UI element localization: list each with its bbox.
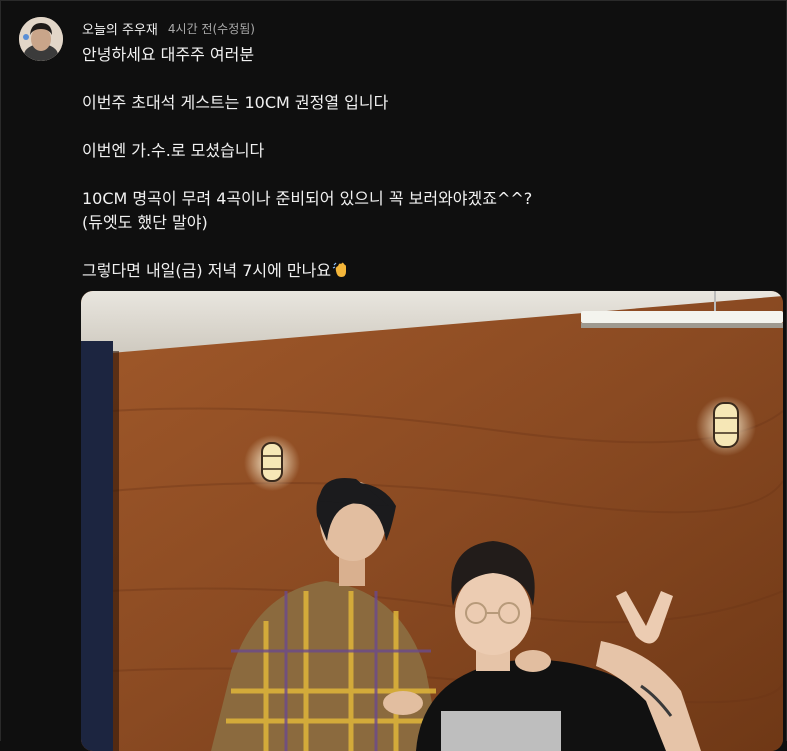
avatar-image bbox=[19, 17, 63, 61]
post-line: 그렇다면 내일(금) 저녁 7시에 만나요 bbox=[82, 261, 332, 280]
post-line: 10CM 명곡이 무려 4곡이나 준비되어 있으니 꼭 보러와야겠죠^^? bbox=[82, 189, 533, 208]
author-name[interactable]: 오늘의 주우재 bbox=[82, 19, 158, 38]
post-line: (듀엣도 했단 말야) bbox=[82, 213, 208, 232]
community-post-card: 오늘의 주우재 4시간 전(수정됨) 안녕하세요 대주주 여러분 이번주 초대석… bbox=[0, 0, 787, 751]
post-image[interactable] bbox=[81, 291, 783, 751]
waving-hand-emoji bbox=[332, 261, 350, 286]
post-line: 이번주 초대석 게스트는 10CM 권정열 입니다 bbox=[82, 93, 389, 112]
post-header: 오늘의 주우재 4시간 전(수정됨) bbox=[82, 18, 255, 38]
post-line-last: 그렇다면 내일(금) 저녁 7시에 만나요 bbox=[82, 259, 772, 286]
author-avatar[interactable] bbox=[19, 17, 63, 61]
post-photo bbox=[81, 291, 783, 751]
post-line: 이번엔 가.수.로 모셨습니다 bbox=[82, 141, 265, 160]
post-timestamp[interactable]: 4시간 전(수정됨) bbox=[168, 20, 255, 37]
post-body: 안녕하세요 대주주 여러분 이번주 초대석 게스트는 10CM 권정열 입니다 … bbox=[82, 43, 772, 286]
post-line: 안녕하세요 대주주 여러분 bbox=[82, 45, 255, 64]
